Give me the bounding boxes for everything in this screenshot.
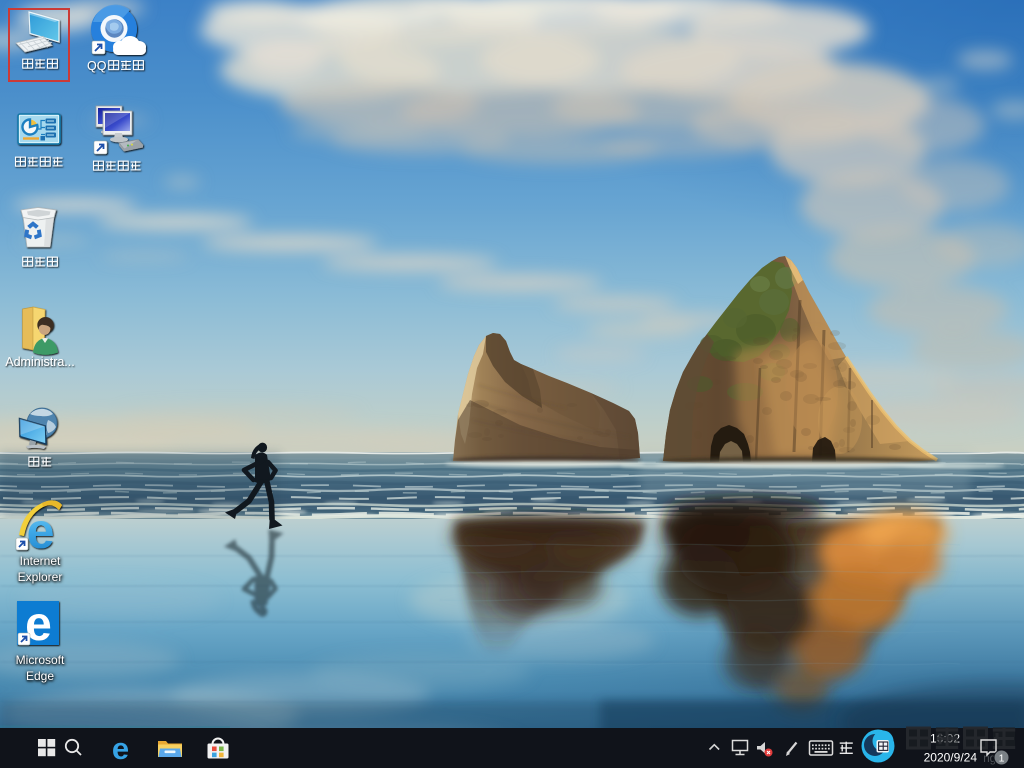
svg-text:2020/9/24: 2020/9/24 [924, 751, 978, 765]
svg-text:e: e [112, 731, 129, 766]
svg-text:1: 1 [999, 753, 1005, 765]
